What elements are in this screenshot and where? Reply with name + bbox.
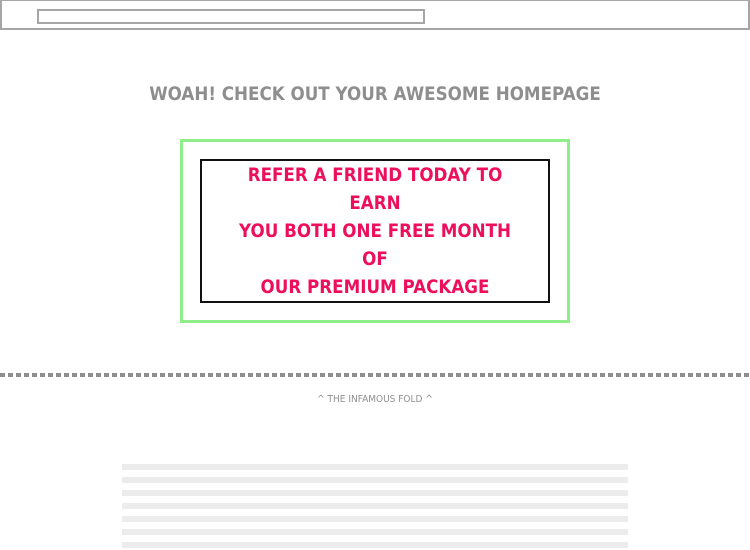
placeholder-line <box>122 490 628 496</box>
browser-bar <box>0 0 750 30</box>
promo-line-1: REFER A FRIEND TODAY TO EARN <box>247 164 503 214</box>
content-placeholder <box>122 464 628 550</box>
fold-divider <box>0 373 750 377</box>
placeholder-line <box>122 516 628 522</box>
address-field[interactable] <box>37 9 425 24</box>
referral-promo-box[interactable]: REFER A FRIEND TODAY TO EARN YOU BOTH ON… <box>200 159 550 303</box>
promo-line-3: OUR PREMIUM PACKAGE <box>260 276 490 298</box>
referral-promo-text: REFER A FRIEND TODAY TO EARN YOU BOTH ON… <box>225 161 524 301</box>
promo-line-2: YOU BOTH ONE FREE MONTH OF <box>239 220 511 270</box>
placeholder-line <box>122 464 628 470</box>
fold-label: ^ THE INFAMOUS FOLD ^ <box>317 394 433 405</box>
page-headline: WOAH! CHECK OUT YOUR AWESOME HOMEPAGE <box>149 83 601 105</box>
placeholder-line <box>122 503 628 509</box>
placeholder-line <box>122 529 628 535</box>
placeholder-line <box>122 542 628 548</box>
placeholder-line <box>122 477 628 483</box>
